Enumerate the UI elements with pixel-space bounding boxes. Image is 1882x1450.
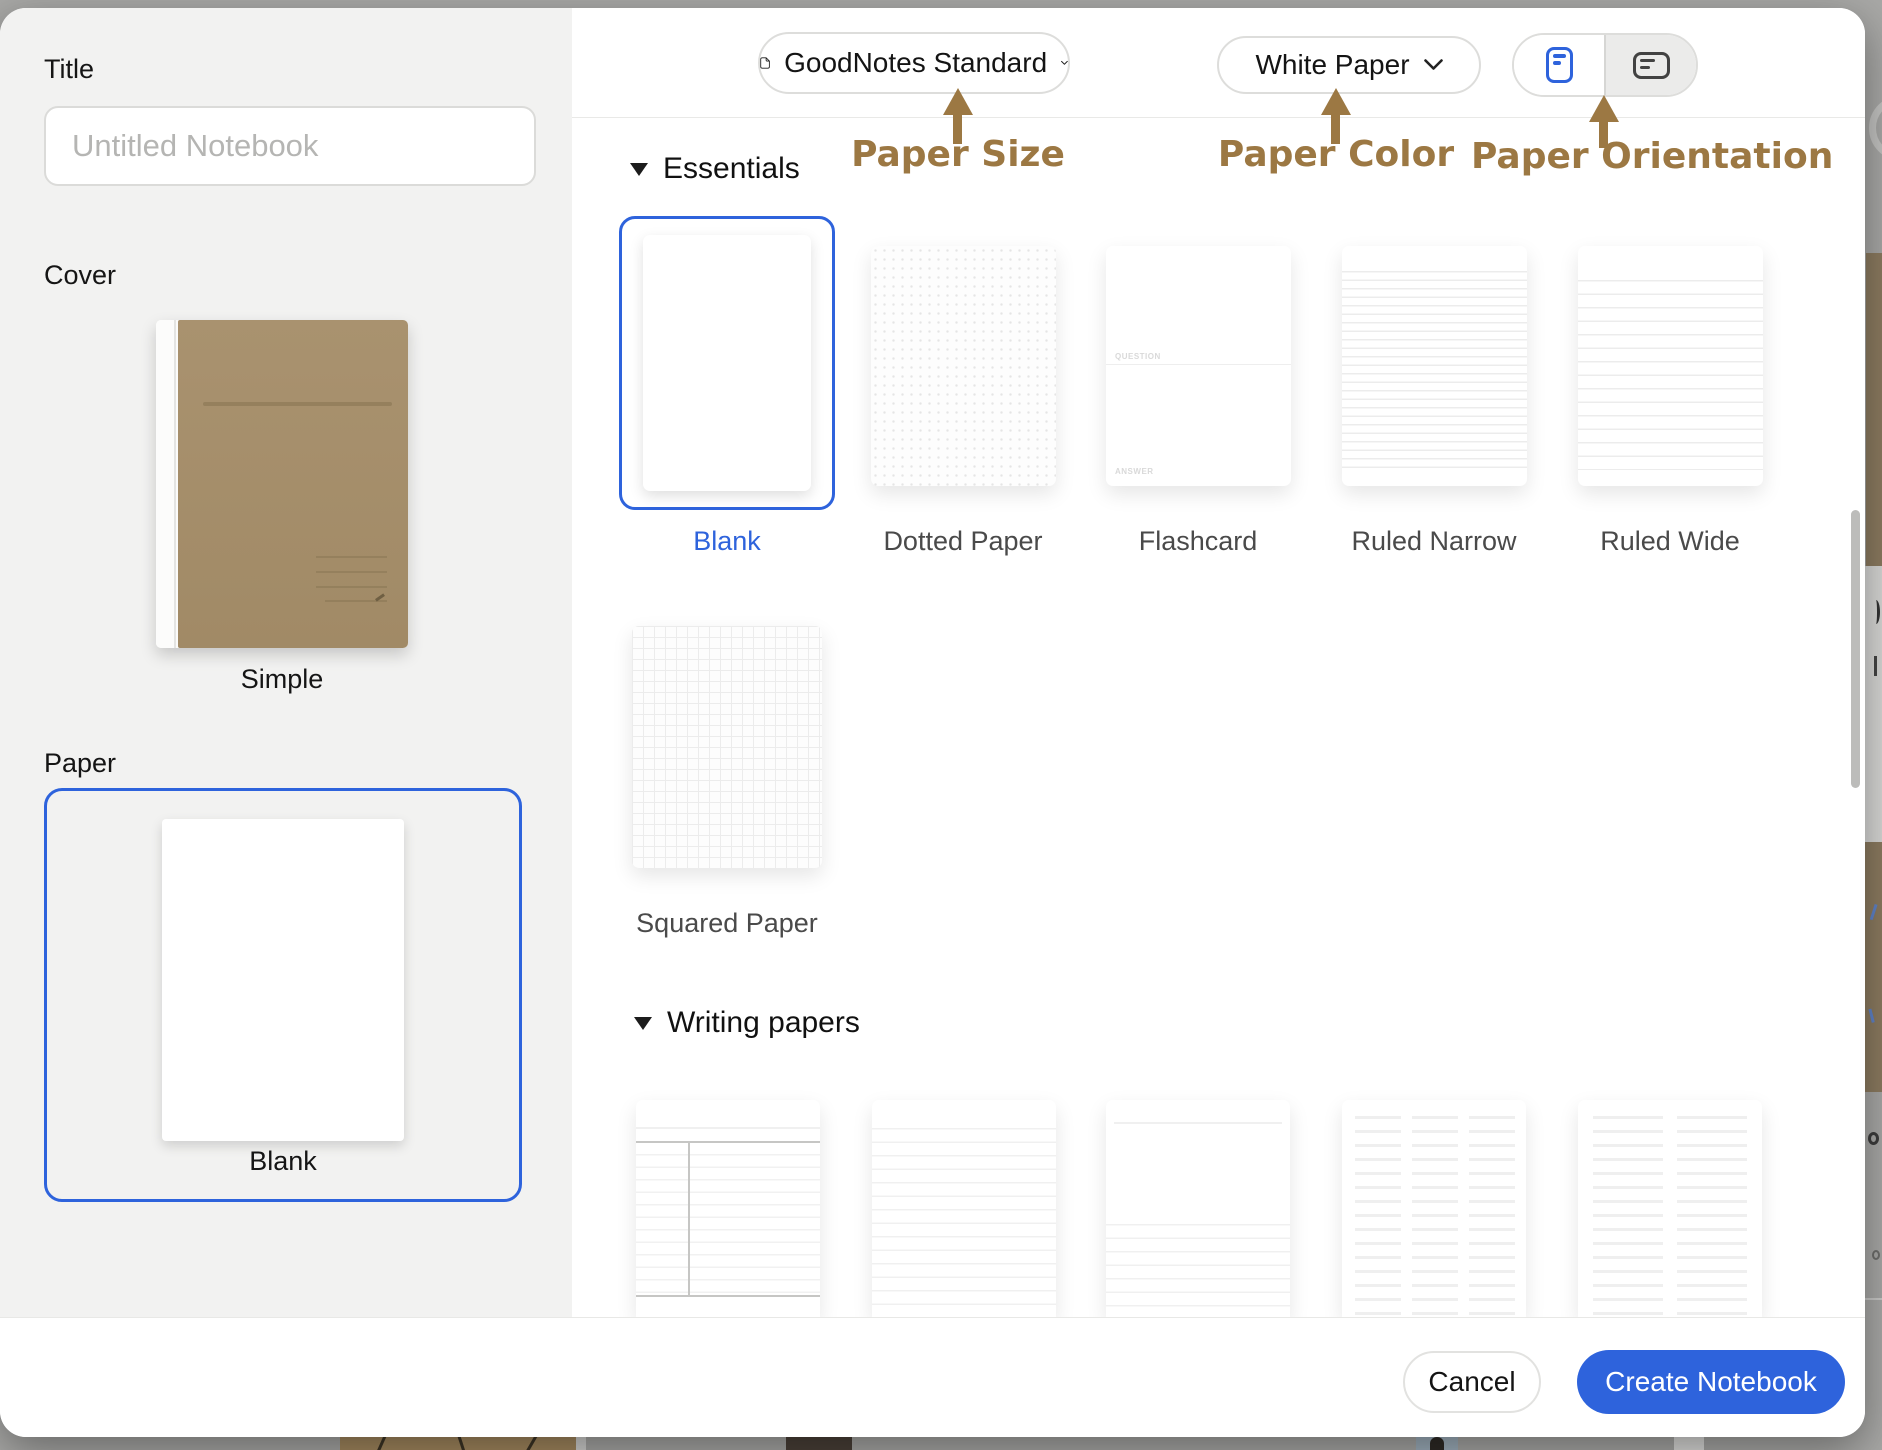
notebook-title-input[interactable] bbox=[44, 106, 536, 186]
cover-option-caption: Simple bbox=[156, 664, 408, 695]
backdrop-text-fragment bbox=[1874, 656, 1877, 676]
portrait-page-icon bbox=[1546, 47, 1573, 83]
cover-face bbox=[178, 320, 408, 648]
backdrop-photo-fragment bbox=[1416, 1437, 1458, 1450]
paper-preview-page bbox=[162, 819, 404, 1141]
template-label-ruled-narrow: Ruled Narrow bbox=[1319, 526, 1549, 557]
screenshot-root: Title Cover Simple Paper Blank bbox=[0, 0, 1882, 1450]
template-label-squared: Squared Paper bbox=[612, 908, 842, 939]
template-ruled-paper[interactable] bbox=[872, 1100, 1056, 1317]
template-label-blank: Blank bbox=[612, 526, 842, 557]
backdrop-circle-fragment bbox=[1869, 95, 1882, 161]
template-ruled-narrow[interactable] bbox=[1342, 246, 1527, 486]
template-squared-paper[interactable] bbox=[632, 626, 822, 868]
backdrop-notebook-fragment bbox=[340, 1437, 576, 1450]
sidebar: Title Cover Simple Paper Blank bbox=[0, 8, 572, 1317]
chevron-down-icon bbox=[1061, 57, 1068, 69]
create-notebook-dialog: Title Cover Simple Paper Blank bbox=[0, 8, 1865, 1437]
document-icon bbox=[760, 47, 770, 79]
title-label: Title bbox=[44, 54, 94, 85]
cover-title-line bbox=[203, 402, 392, 406]
selected-paper-preview[interactable]: Blank bbox=[44, 788, 522, 1202]
section-title: Writing papers bbox=[667, 1006, 860, 1040]
backdrop-photo-fragment bbox=[786, 1437, 852, 1450]
template-label-dotted: Dotted Paper bbox=[848, 526, 1078, 557]
paper-color-dropdown[interactable]: White Paper bbox=[1217, 36, 1481, 94]
template-flashcard[interactable]: QUESTION ANSWER bbox=[1106, 246, 1291, 486]
section-header-writing-papers[interactable]: Writing papers bbox=[634, 1006, 860, 1040]
backdrop-divider-fragment bbox=[1864, 1298, 1882, 1300]
create-notebook-button[interactable]: Create Notebook bbox=[1577, 1350, 1845, 1414]
template-vocab-2col-paper[interactable] bbox=[1578, 1100, 1762, 1317]
dialog-footer: Cancel Create Notebook bbox=[0, 1317, 1865, 1437]
cover-label: Cover bbox=[44, 260, 116, 291]
backdrop-gap-fragment bbox=[576, 1437, 586, 1450]
backdrop-text-fragment bbox=[1868, 1132, 1879, 1145]
flashcard-answer-text: ANSWER bbox=[1115, 467, 1154, 476]
paper-label: Paper bbox=[44, 748, 116, 779]
vertical-scrollbar[interactable] bbox=[1851, 510, 1860, 788]
template-ruled-wide[interactable] bbox=[1578, 246, 1763, 486]
cover-spine bbox=[156, 320, 176, 648]
backdrop-text-fragment bbox=[1872, 1250, 1880, 1260]
paper-color-value: White Paper bbox=[1255, 49, 1409, 81]
flashcard-question-text: QUESTION bbox=[1115, 352, 1161, 361]
backdrop-cover-fragment bbox=[1864, 842, 1882, 1092]
cover-option-simple[interactable] bbox=[156, 320, 408, 648]
template-cornell-paper[interactable] bbox=[636, 1100, 820, 1317]
cancel-button[interactable]: Cancel bbox=[1403, 1351, 1541, 1413]
paper-orientation-toggle bbox=[1512, 33, 1698, 97]
backdrop-cover-fragment bbox=[1866, 253, 1882, 566]
paper-size-dropdown[interactable]: GoodNotes Standard bbox=[758, 32, 1070, 94]
backdrop-text-fragment bbox=[1872, 600, 1880, 624]
template-label-flashcard: Flashcard bbox=[1083, 526, 1313, 557]
template-label-ruled-wide: Ruled Wide bbox=[1555, 526, 1785, 557]
landscape-page-icon bbox=[1633, 52, 1670, 79]
disclosure-triangle-icon bbox=[630, 163, 648, 176]
backdrop-page-fragment bbox=[1674, 1437, 1704, 1450]
section-title: Essentials bbox=[663, 152, 800, 186]
template-vocab-3col-paper[interactable] bbox=[1342, 1100, 1526, 1317]
template-dotted-paper[interactable] bbox=[871, 246, 1056, 486]
paper-preview-caption: Blank bbox=[47, 1146, 519, 1177]
paper-size-value: GoodNotes Standard bbox=[784, 47, 1047, 79]
chevron-down-icon bbox=[1424, 59, 1443, 71]
disclosure-triangle-icon bbox=[634, 1017, 652, 1030]
section-header-essentials[interactable]: Essentials bbox=[630, 152, 800, 186]
template-blank[interactable] bbox=[619, 216, 835, 510]
orientation-landscape-segment[interactable] bbox=[1606, 35, 1696, 95]
orientation-portrait-segment[interactable] bbox=[1514, 35, 1606, 95]
template-essay-paper[interactable] bbox=[1106, 1100, 1290, 1317]
